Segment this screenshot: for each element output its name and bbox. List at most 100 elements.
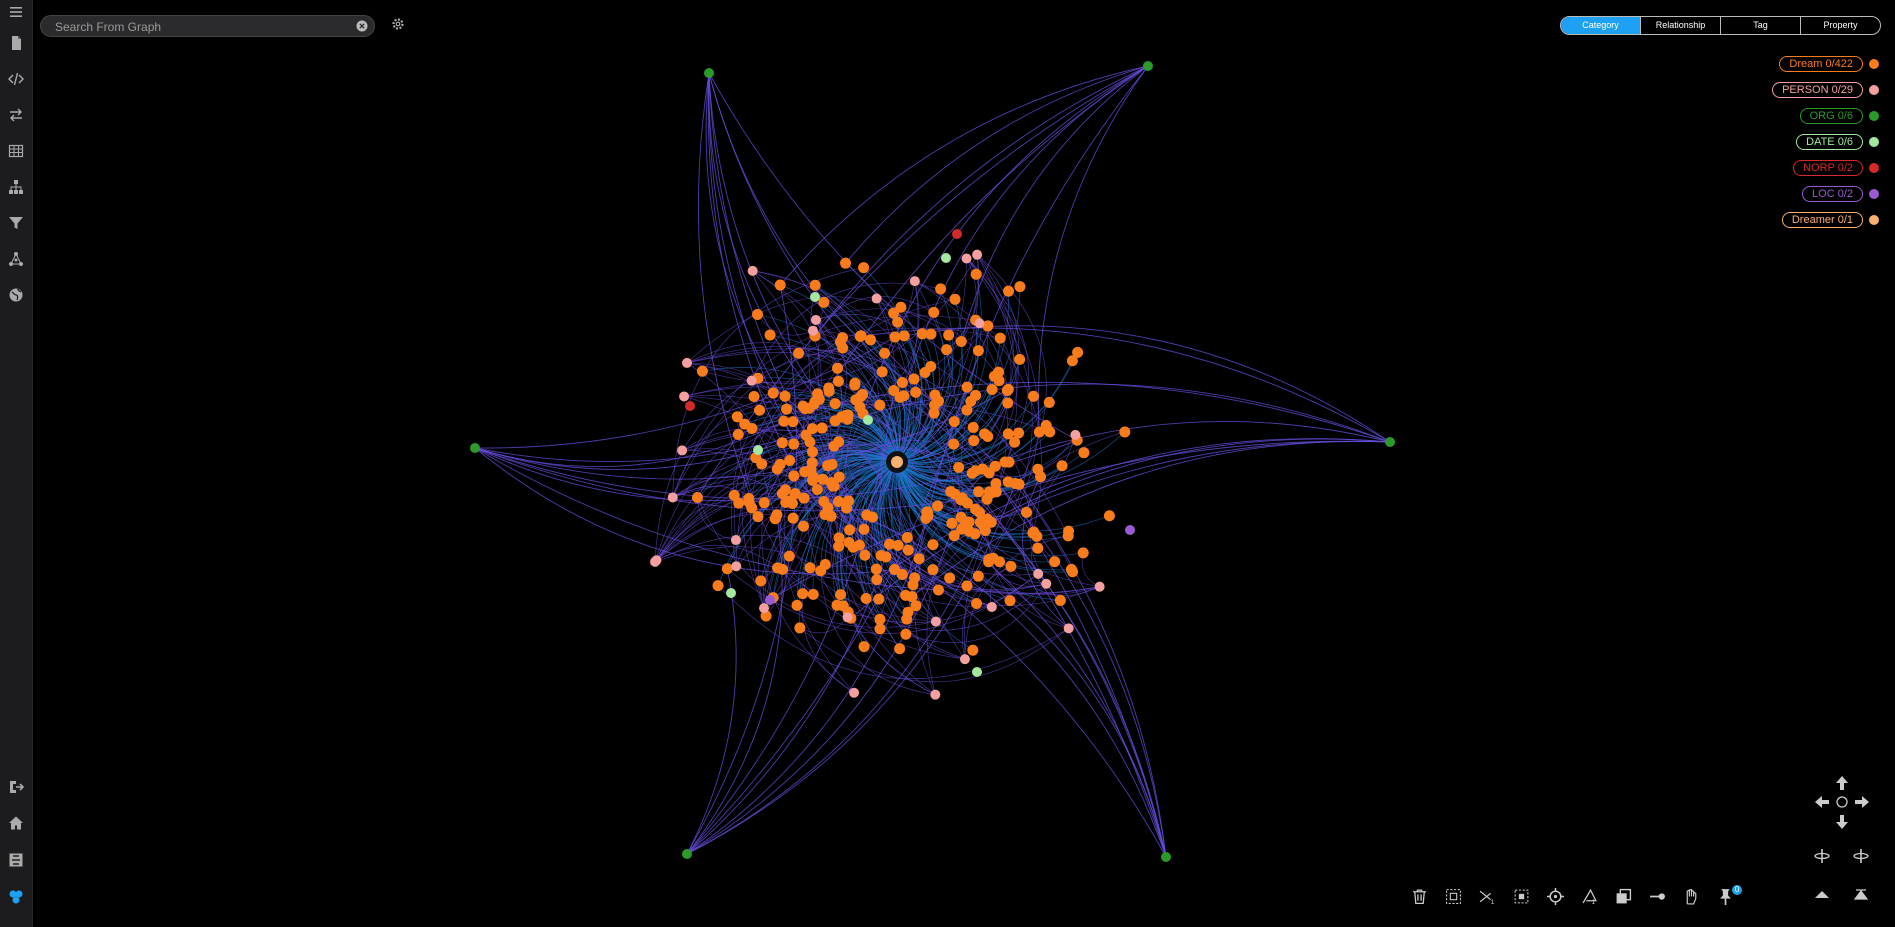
- dream-node[interactable]: [1028, 526, 1040, 538]
- dream-node[interactable]: [853, 539, 865, 551]
- dream-node[interactable]: [1002, 383, 1014, 395]
- network-icon[interactable]: [6, 249, 26, 269]
- rotate-right-icon[interactable]: [1852, 847, 1870, 865]
- dream-node[interactable]: [732, 428, 744, 440]
- dream-node[interactable]: [827, 480, 839, 492]
- arrow-left-icon[interactable]: [1813, 793, 1831, 811]
- dream-node[interactable]: [983, 553, 995, 565]
- dream-node[interactable]: [928, 306, 940, 318]
- norp-node[interactable]: [685, 401, 695, 411]
- dream-node[interactable]: [841, 502, 853, 514]
- dream-node[interactable]: [859, 549, 871, 561]
- date-node[interactable]: [941, 253, 951, 263]
- dream-node[interactable]: [889, 331, 901, 343]
- dream-node[interactable]: [1044, 426, 1056, 438]
- dream-node[interactable]: [921, 506, 933, 518]
- dream-node[interactable]: [779, 484, 791, 496]
- dream-node[interactable]: [825, 510, 837, 522]
- dream-node[interactable]: [946, 517, 958, 529]
- dream-node[interactable]: [815, 565, 827, 577]
- dream-node[interactable]: [901, 532, 913, 544]
- dream-node[interactable]: [780, 496, 792, 508]
- dream-node[interactable]: [779, 390, 791, 402]
- org-node[interactable]: [1143, 61, 1153, 71]
- dream-node[interactable]: [967, 644, 979, 656]
- dream-node[interactable]: [1103, 510, 1115, 522]
- dream-node[interactable]: [843, 536, 855, 548]
- person-node[interactable]: [677, 445, 688, 456]
- dream-node[interactable]: [927, 564, 939, 576]
- date-node[interactable]: [863, 415, 873, 425]
- connect-icon[interactable]: [1647, 886, 1667, 906]
- dream-node[interactable]: [829, 398, 841, 410]
- dream-node[interactable]: [1009, 477, 1021, 489]
- dream-node[interactable]: [874, 613, 886, 625]
- dream-node[interactable]: [781, 403, 793, 415]
- dream-node[interactable]: [902, 544, 914, 556]
- person-node[interactable]: [842, 612, 853, 623]
- dream-node[interactable]: [807, 588, 819, 600]
- org-node[interactable]: [682, 849, 692, 859]
- globe-icon[interactable]: [6, 285, 26, 305]
- dream-node[interactable]: [932, 584, 944, 596]
- dream-node[interactable]: [1002, 428, 1014, 440]
- clear-search-icon[interactable]: [356, 20, 368, 32]
- dream-node[interactable]: [871, 574, 883, 586]
- dream-node[interactable]: [1014, 353, 1026, 365]
- layers-icon[interactable]: [1613, 886, 1633, 906]
- dream-node[interactable]: [778, 415, 790, 427]
- target-icon[interactable]: [1545, 886, 1565, 906]
- dream-node[interactable]: [836, 411, 848, 423]
- dream-node[interactable]: [1021, 506, 1033, 518]
- dream-node[interactable]: [941, 344, 953, 356]
- dream-node[interactable]: [823, 382, 835, 394]
- tab-relationship[interactable]: Relationship: [1640, 17, 1720, 34]
- dream-node[interactable]: [874, 623, 886, 635]
- dream-node[interactable]: [861, 509, 873, 521]
- dream-node[interactable]: [948, 438, 960, 450]
- home-icon[interactable]: [6, 813, 26, 833]
- dream-node[interactable]: [1035, 471, 1047, 483]
- puzzle-icon[interactable]: [6, 850, 26, 870]
- table-icon[interactable]: [6, 141, 26, 161]
- tab-category[interactable]: Category: [1561, 17, 1640, 34]
- dream-node[interactable]: [970, 268, 982, 280]
- person-node[interactable]: [1070, 429, 1081, 440]
- dream-node[interactable]: [833, 471, 845, 483]
- tilt-up-icon[interactable]: [1813, 885, 1831, 903]
- document-icon[interactable]: [6, 33, 26, 53]
- dream-node[interactable]: [876, 366, 888, 378]
- dream-node[interactable]: [758, 497, 770, 509]
- dream-node[interactable]: [900, 589, 912, 601]
- dream-node[interactable]: [691, 492, 703, 504]
- legend-item-org[interactable]: ORG 0/6: [1799, 108, 1879, 124]
- norp-node[interactable]: [952, 229, 962, 239]
- dream-node[interactable]: [983, 486, 995, 498]
- dream-node[interactable]: [776, 437, 788, 449]
- dream-node[interactable]: [807, 474, 819, 486]
- dream-node[interactable]: [712, 580, 724, 592]
- tilt-down-icon[interactable]: [1852, 885, 1870, 903]
- legend-item-dreamer[interactable]: Dreamer 0/1: [1781, 212, 1879, 228]
- settings-icon[interactable]: [390, 16, 406, 32]
- dream-node[interactable]: [806, 423, 818, 435]
- transfer-icon[interactable]: [6, 105, 26, 125]
- dream-node[interactable]: [798, 520, 810, 532]
- person-node[interactable]: [974, 318, 985, 329]
- dream-node[interactable]: [986, 384, 998, 396]
- person-node[interactable]: [681, 357, 692, 368]
- dream-node[interactable]: [822, 460, 834, 472]
- dream-node[interactable]: [791, 599, 803, 611]
- dream-node[interactable]: [788, 470, 800, 482]
- dream-node[interactable]: [929, 389, 941, 401]
- person-node[interactable]: [807, 325, 818, 336]
- dream-node[interactable]: [1049, 556, 1061, 568]
- dream-node[interactable]: [833, 540, 845, 552]
- graph-canvas[interactable]: [32, 0, 1895, 927]
- dream-node[interactable]: [916, 328, 928, 340]
- tab-property[interactable]: Property: [1800, 17, 1880, 34]
- dream-node[interactable]: [955, 335, 967, 347]
- dream-node[interactable]: [857, 388, 869, 400]
- dream-node[interactable]: [809, 279, 821, 291]
- dream-node[interactable]: [1067, 566, 1079, 578]
